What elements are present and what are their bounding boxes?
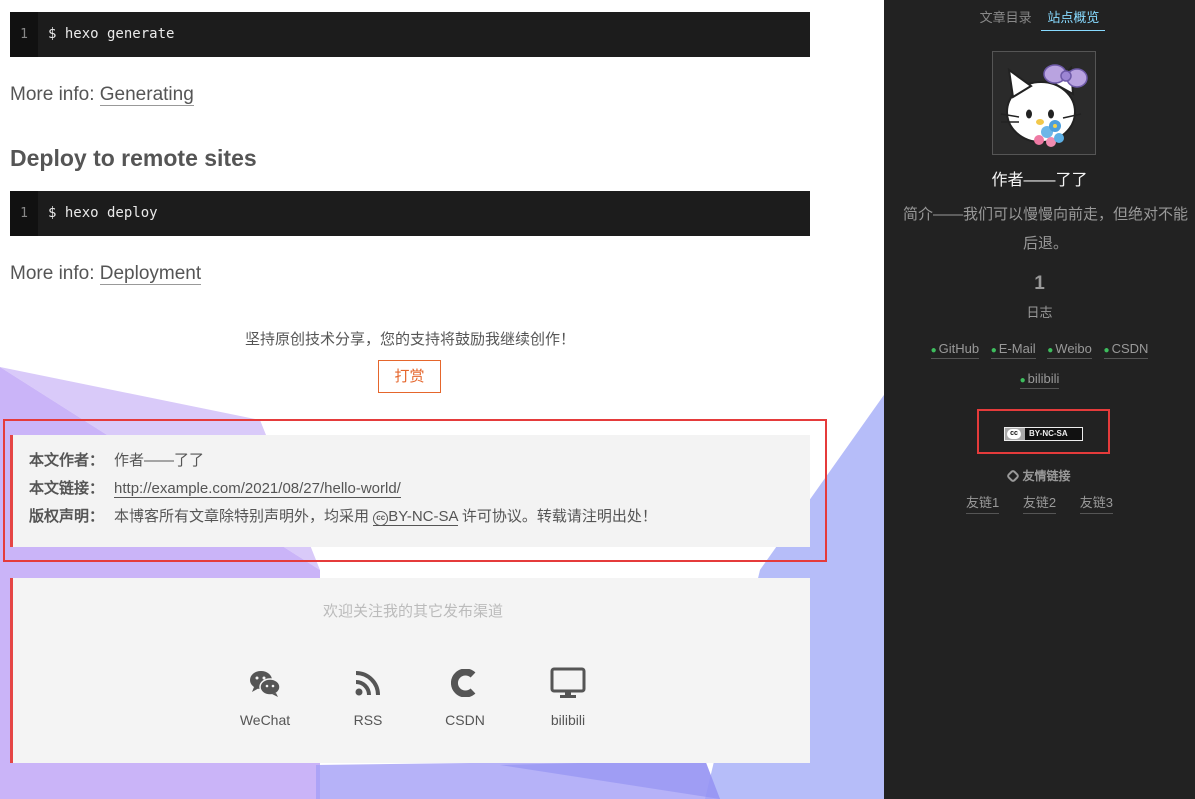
friend-link[interactable]: 友链1	[966, 492, 1000, 514]
site-description: 简介——我们可以慢慢向前走，但绝对不能后退。	[902, 206, 1188, 252]
social-link-csdn[interactable]: ● CSDN	[1103, 341, 1149, 359]
follow-label: WeChat	[239, 712, 291, 728]
social-label: E-Mail	[998, 341, 1036, 356]
tab-overview[interactable]: 站点概览	[1041, 7, 1106, 31]
deploy-heading: Deploy to remote sites	[10, 145, 257, 171]
monitor-icon	[550, 667, 586, 698]
follow-label: RSS	[353, 712, 383, 728]
social-label: CSDN	[1111, 341, 1149, 356]
deployment-link[interactable]: Deployment	[99, 263, 202, 285]
line-number: 1	[10, 191, 38, 236]
copyright-author-row: 本文作者： 作者——了了	[29, 447, 794, 475]
posts-count[interactable]: 1	[884, 273, 1195, 295]
follow-wechat[interactable]: WeChat	[220, 666, 310, 728]
follow-rss[interactable]: RSS	[323, 666, 413, 728]
posts-label: 日志	[1026, 305, 1053, 320]
code-block-generate: 1 $ hexo generate	[10, 12, 810, 57]
code-block-deploy: 1 $ hexo deploy	[10, 191, 810, 236]
rss-icon	[355, 671, 380, 696]
code-line: $ hexo generate	[48, 26, 175, 42]
link-icon	[1006, 468, 1021, 484]
bullet-icon: ●	[1047, 345, 1054, 356]
friend-link[interactable]: 友链3	[1079, 492, 1113, 514]
badge-text: BY-NC-SA	[1029, 429, 1068, 438]
generating-link[interactable]: Generating	[99, 84, 194, 106]
creative-commons-icon: cc	[373, 511, 389, 526]
tab-toc[interactable]: 文章目录	[974, 7, 1038, 30]
reward-message: 坚持原创技术分享，您的支持将鼓励我继续创作！	[244, 331, 575, 348]
csdn-icon	[451, 669, 476, 697]
avatar	[992, 51, 1096, 155]
wechat-icon	[250, 671, 281, 697]
follow-title: 欢迎关注我的其它发布渠道	[322, 603, 503, 620]
follow-channels: 欢迎关注我的其它发布渠道 WeChat RSS CSDN bilibili	[10, 578, 810, 763]
author-key: 本文作者：	[29, 452, 105, 469]
post-copyright: 本文作者： 作者——了了 本文链接： http://example.com/2021…	[10, 435, 810, 547]
bullet-icon: ●	[990, 345, 997, 356]
license-link[interactable]: cc BY-NC-SA	[373, 508, 458, 526]
social-link-weibo[interactable]: ● Weibo	[1047, 341, 1092, 359]
line-number: 1	[10, 12, 38, 57]
license-key: 版权声明：	[29, 508, 105, 525]
copyright-license-row: 版权声明： 本博客所有文章除特别声明外，均采用 cc BY-NC-SA 许可协议。转…	[29, 503, 794, 531]
follow-label: bilibili	[550, 712, 586, 728]
sidebar-tabs: 文章目录 站点概览	[884, 7, 1195, 31]
sidebar: 文章目录 站点概览 作者——了了 简介——我们可以慢慢向前走，但绝对不能后退。 …	[884, 0, 1195, 799]
link-key: 本文链接：	[29, 480, 105, 497]
friends-title: 友情链接	[884, 467, 1195, 484]
license-name: BY-NC-SA	[388, 508, 458, 525]
license-suffix: 许可协议。转载请注明出处！	[461, 508, 657, 525]
social-label: GitHub	[938, 341, 980, 356]
cc-license-badge[interactable]: cc BY-NC-SA	[1004, 427, 1083, 441]
code-line: $ hexo deploy	[48, 205, 158, 221]
bullet-icon: ●	[1103, 345, 1110, 356]
social-link-email[interactable]: ● E-Mail	[990, 341, 1036, 359]
hello-kitty-avatar-icon	[993, 52, 1095, 154]
friend-link[interactable]: 友链2	[1022, 492, 1057, 514]
more-info-generating: More info: Generating	[10, 84, 194, 106]
copyright-link-row: 本文链接： http://example.com/2021/08/27/hello…	[29, 475, 794, 503]
friends-title-label: 友情链接	[1022, 469, 1071, 483]
author-value: 作者——了了	[114, 452, 205, 469]
more-info-label: More info:	[10, 263, 95, 284]
reward-button[interactable]: 打赏	[378, 360, 441, 393]
bullet-icon: ●	[930, 345, 937, 356]
social-link-github[interactable]: ● GitHub	[930, 341, 980, 359]
friends-links: 友链1 友链2 友链3	[884, 492, 1195, 514]
social-label: bilibili	[1027, 371, 1060, 386]
post-content: 1 $ hexo generate More info: Generating …	[0, 0, 884, 799]
creative-commons-icon: cc	[1007, 429, 1021, 439]
social-links: ● GitHub ● E-Mail ● Weibo ● CSDN ● bilibili	[884, 341, 1195, 401]
license-prefix: 本博客所有文章除特别声明外，均采用	[114, 508, 370, 525]
more-info-deployment: More info: Deployment	[10, 263, 202, 285]
social-label: Weibo	[1055, 341, 1092, 356]
follow-label: CSDN	[445, 712, 485, 728]
follow-csdn[interactable]: CSDN	[420, 666, 510, 728]
bullet-icon: ●	[1019, 375, 1026, 386]
social-link-bilibili[interactable]: ● bilibili	[1019, 371, 1060, 389]
more-info-label: More info:	[10, 84, 95, 105]
post-permalink[interactable]: http://example.com/2021/08/27/hello-worl…	[114, 480, 401, 498]
site-author-name: 作者——了了	[991, 172, 1088, 189]
follow-bilibili[interactable]: bilibili	[523, 666, 613, 728]
